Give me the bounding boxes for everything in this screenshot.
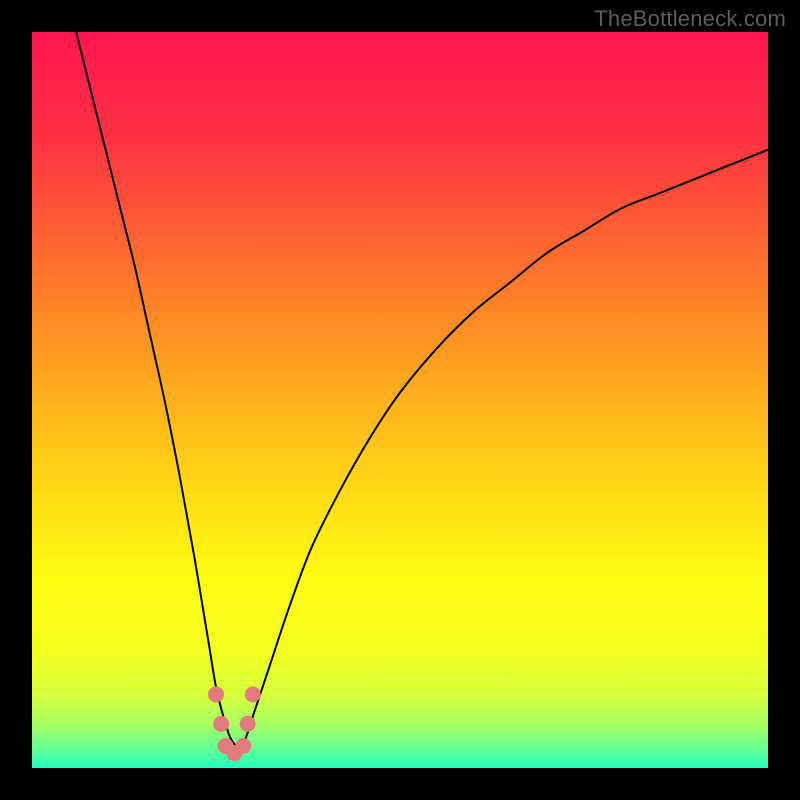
curve-marker bbox=[213, 716, 229, 732]
curve-marker bbox=[240, 716, 256, 732]
chart-svg bbox=[32, 32, 768, 768]
curve-marker bbox=[208, 686, 224, 702]
plot-area bbox=[32, 32, 768, 768]
gradient-bg bbox=[32, 32, 768, 768]
curve-marker bbox=[235, 738, 251, 754]
curve-marker bbox=[245, 686, 261, 702]
chart-frame: TheBottleneck.com bbox=[0, 0, 800, 800]
attribution-text: TheBottleneck.com bbox=[594, 6, 786, 32]
